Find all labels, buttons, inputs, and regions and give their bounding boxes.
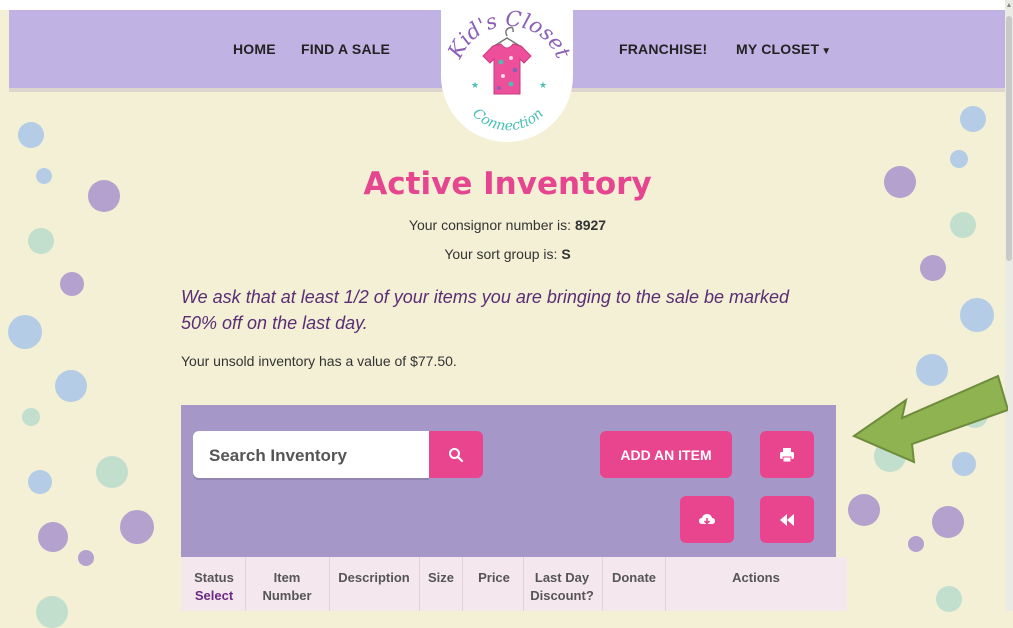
search-icon — [449, 447, 464, 462]
decor-dot — [8, 315, 42, 349]
add-item-label: ADD AN ITEM — [620, 446, 712, 463]
decor-dot — [36, 168, 52, 184]
inventory-toolbar-panel — [181, 405, 836, 557]
nav-franchise-link[interactable]: FRANCHISE! — [619, 41, 707, 57]
decor-dot — [78, 550, 94, 566]
decor-dot — [884, 166, 916, 198]
column-actions-header: Actions — [667, 569, 845, 587]
scrollbar-thumb[interactable] — [1006, 16, 1012, 261]
search-placeholder: Search Inventory — [209, 446, 347, 465]
column-divider — [419, 557, 420, 611]
consignor-number-value: 8927 — [574, 217, 607, 233]
cloud-download-icon — [699, 513, 715, 525]
decor-dot — [932, 506, 964, 538]
column-header-label: Description — [338, 570, 410, 585]
decor-dot — [60, 272, 84, 296]
discount-notice: We ask that at least 1/2 of your items y… — [181, 284, 821, 336]
column-price-header: Price — [466, 569, 522, 587]
logo-graphic: Kid's Closet Connection ★ ★ — [443, 7, 576, 135]
column-donate-header: Donate — [605, 569, 663, 587]
discount-notice-line-1: We ask that at least 1/2 of your items y… — [181, 287, 789, 307]
sort-group-label: Your sort group is: — [444, 246, 562, 262]
add-item-button[interactable]: ADD AN ITEM — [600, 431, 732, 478]
status-select-link[interactable]: Select — [189, 587, 239, 605]
decor-dot — [950, 150, 968, 168]
decor-dot — [38, 522, 68, 552]
decor-dot — [22, 408, 40, 426]
column-header-label: Size — [427, 570, 454, 585]
nav-home-link[interactable]: HOME — [233, 41, 276, 57]
rewind-icon — [780, 513, 794, 526]
column-header-label: Donate — [611, 570, 657, 585]
search-input[interactable]: Search Inventory — [193, 431, 429, 478]
column-status-header[interactable]: Status Select — [189, 569, 239, 605]
consignor-number-line: Your consignor number is: 8927 — [300, 217, 715, 233]
search-button[interactable] — [429, 431, 483, 478]
column-divider — [329, 557, 330, 611]
nav-my-closet-dropdown[interactable]: MY CLOSET ▼ — [736, 41, 831, 57]
decor-dot — [120, 510, 154, 544]
decor-dot — [936, 586, 962, 612]
decor-dot — [55, 370, 87, 402]
decor-dot — [960, 106, 986, 132]
column-divider — [665, 557, 666, 611]
rewind-button[interactable] — [760, 496, 814, 543]
column-header-label: Item — [273, 570, 301, 585]
svg-text:Connection: Connection — [469, 105, 547, 134]
caret-down-icon: ▼ — [821, 46, 832, 57]
sort-group-value: S — [561, 246, 571, 262]
decor-dot — [960, 298, 994, 332]
column-item-number-header: Item Number — [249, 569, 325, 605]
decor-dot — [848, 494, 880, 526]
green-arrow-icon — [851, 374, 1008, 464]
logo-bottom-text: Connection — [469, 105, 547, 134]
column-header-label: Last Day — [534, 570, 590, 585]
column-size-header: Size — [423, 569, 459, 587]
page-title: Active Inventory — [363, 166, 652, 202]
print-button[interactable] — [760, 431, 814, 478]
sort-group-line: Your sort group is: S — [300, 246, 715, 262]
download-button[interactable] — [680, 496, 734, 543]
print-icon — [780, 447, 794, 462]
column-last-day-discount-header: Last Day Discount? — [527, 569, 597, 605]
column-divider — [523, 557, 524, 611]
scroll-up-arrow-icon[interactable]: ▲ — [1005, 2, 1013, 10]
nav-my-closet-label: MY CLOSET — [736, 41, 820, 57]
decor-dot — [96, 456, 128, 488]
column-divider — [245, 557, 246, 611]
decor-dot — [908, 536, 924, 552]
column-divider — [462, 557, 463, 611]
column-divider — [602, 557, 603, 611]
nav-find-a-sale-link[interactable]: FIND A SALE — [301, 41, 390, 57]
svg-text:★: ★ — [539, 80, 547, 90]
decor-dot — [88, 180, 120, 212]
svg-text:★: ★ — [471, 80, 479, 90]
column-header-sublabel: Discount? — [530, 588, 594, 603]
column-header-label: Actions — [732, 570, 780, 585]
decor-dot — [28, 228, 54, 254]
decor-dot — [920, 255, 946, 281]
column-description-header: Description — [333, 569, 415, 587]
discount-notice-line-2: 50% off on the last day. — [181, 313, 368, 333]
decor-dot — [950, 212, 976, 238]
decor-dot — [18, 122, 44, 148]
column-header-label: Price — [478, 570, 510, 585]
column-header-label: Status — [194, 570, 234, 585]
inventory-value-text: Your unsold inventory has a value of $77… — [181, 353, 457, 369]
logo[interactable]: Kid's Closet Connection ★ ★ — [441, 0, 576, 142]
decor-dot — [28, 470, 52, 494]
consignor-number-label: Your consignor number is: — [408, 217, 575, 233]
inventory-table-header: Status Select Item Number Description Si… — [181, 557, 847, 611]
column-header-sublabel: Number — [262, 588, 312, 603]
decor-dot — [36, 596, 68, 628]
